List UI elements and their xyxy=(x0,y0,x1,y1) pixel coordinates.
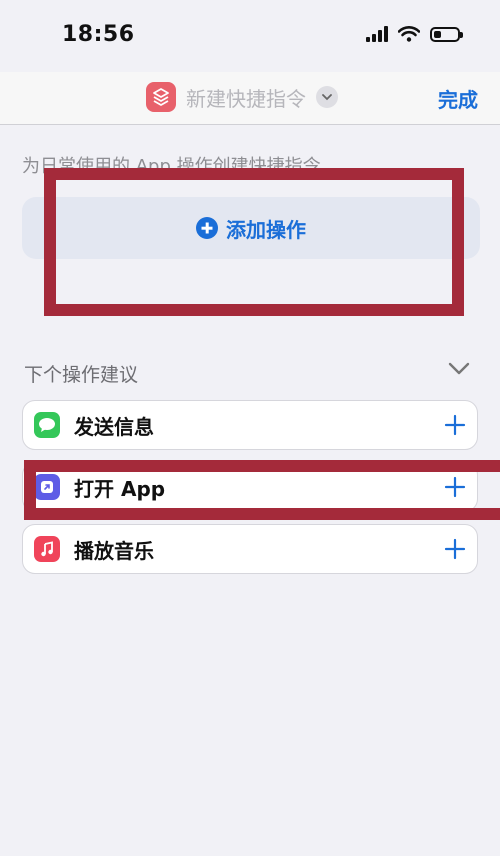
suggestions-header[interactable]: 下个操作建议 xyxy=(24,360,470,386)
shortcuts-app-icon xyxy=(146,82,176,112)
chevron-down-icon[interactable] xyxy=(448,362,470,376)
status-bar: 18:56 xyxy=(0,0,500,72)
status-time: 18:56 xyxy=(62,22,135,47)
shortcut-title: 新建快捷指令 xyxy=(186,86,306,111)
suggestion-label: 打开 App xyxy=(74,476,166,501)
add-action-button[interactable]: 添加操作 xyxy=(22,197,480,259)
shortcut-title-button[interactable]: 新建快捷指令 xyxy=(146,82,338,112)
plus-circle-icon xyxy=(196,217,218,239)
plus-icon[interactable] xyxy=(443,475,467,499)
music-icon xyxy=(34,536,60,562)
suggestion-label: 发送信息 xyxy=(74,414,154,439)
plus-icon[interactable] xyxy=(443,413,467,437)
suggestions-title: 下个操作建议 xyxy=(24,364,139,386)
suggestion-play-music[interactable]: 播放音乐 xyxy=(22,524,478,574)
plus-icon[interactable] xyxy=(443,537,467,561)
navigation-bar: 新建快捷指令 完成 xyxy=(0,72,500,125)
done-button[interactable]: 完成 xyxy=(438,84,478,113)
hint-text: 为日常使用的 App 操作创建快捷指令 xyxy=(22,156,321,177)
status-icons xyxy=(366,26,463,42)
suggestion-send-message[interactable]: 发送信息 xyxy=(22,400,478,450)
suggestion-label: 播放音乐 xyxy=(74,538,154,563)
wifi-icon xyxy=(398,26,420,42)
battery-icon xyxy=(430,26,463,42)
add-action-label: 添加操作 xyxy=(226,217,306,242)
cellular-signal-icon xyxy=(366,26,388,42)
suggestion-open-app[interactable]: 打开 App xyxy=(22,462,478,512)
open-app-icon xyxy=(34,474,60,500)
messages-icon xyxy=(34,412,60,438)
chevron-down-icon[interactable] xyxy=(316,86,338,108)
